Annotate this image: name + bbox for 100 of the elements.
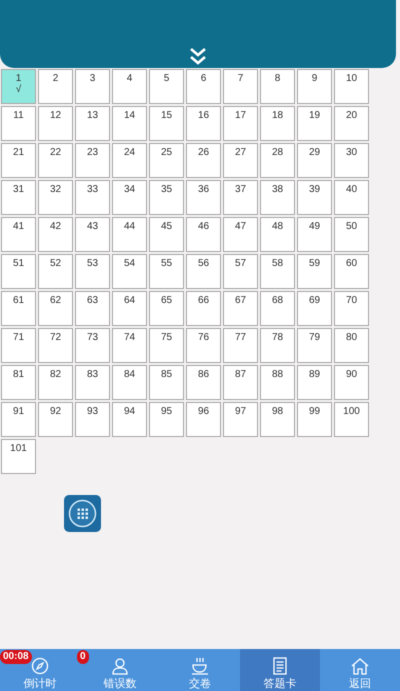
question-cell[interactable]: 10 [334, 69, 369, 104]
question-cell[interactable]: 24 [112, 143, 147, 178]
question-cell[interactable]: 15 [149, 106, 184, 141]
question-cell[interactable]: 96 [186, 402, 221, 437]
expand-icon[interactable] [188, 46, 208, 66]
question-cell[interactable]: 54 [112, 254, 147, 289]
question-cell[interactable]: 16 [186, 106, 221, 141]
question-cell[interactable]: 27 [223, 143, 258, 178]
question-cell[interactable]: 42 [38, 217, 73, 252]
question-cell[interactable]: 38 [260, 180, 295, 215]
question-cell[interactable]: 76 [186, 328, 221, 363]
question-cell[interactable]: 13 [75, 106, 110, 141]
question-cell[interactable]: 51 [1, 254, 36, 289]
question-cell[interactable]: 59 [297, 254, 332, 289]
question-cell[interactable]: 90 [334, 365, 369, 400]
question-cell[interactable]: 66 [186, 291, 221, 326]
question-cell[interactable]: 92 [38, 402, 73, 437]
question-cell[interactable]: 19 [297, 106, 332, 141]
question-cell[interactable]: 41 [1, 217, 36, 252]
question-cell[interactable]: 12 [38, 106, 73, 141]
question-cell[interactable]: 35 [149, 180, 184, 215]
question-cell[interactable]: 88 [260, 365, 295, 400]
question-cell[interactable]: 34 [112, 180, 147, 215]
question-cell[interactable]: 87 [223, 365, 258, 400]
question-cell[interactable]: 79 [297, 328, 332, 363]
question-cell[interactable]: 83 [75, 365, 110, 400]
question-cell[interactable]: 67 [223, 291, 258, 326]
question-cell[interactable]: 47 [223, 217, 258, 252]
question-cell[interactable]: 44 [112, 217, 147, 252]
question-cell[interactable]: 57 [223, 254, 258, 289]
question-cell[interactable]: 18 [260, 106, 295, 141]
question-cell[interactable]: 68 [260, 291, 295, 326]
question-cell[interactable]: 49 [297, 217, 332, 252]
question-cell[interactable]: 72 [38, 328, 73, 363]
question-cell[interactable]: 52 [38, 254, 73, 289]
question-cell[interactable]: 101 [1, 439, 36, 474]
question-cell[interactable]: 70 [334, 291, 369, 326]
question-cell[interactable]: 3 [75, 69, 110, 104]
question-cell[interactable]: 93 [75, 402, 110, 437]
question-cell[interactable]: 6 [186, 69, 221, 104]
question-cell[interactable]: 100 [334, 402, 369, 437]
question-cell[interactable]: 71 [1, 328, 36, 363]
question-cell[interactable]: 29 [297, 143, 332, 178]
question-cell[interactable]: 40 [334, 180, 369, 215]
question-cell[interactable]: 74 [112, 328, 147, 363]
question-cell[interactable]: 91 [1, 402, 36, 437]
nav-tab[interactable]: 答题卡 [240, 649, 320, 691]
question-cell[interactable]: 9 [297, 69, 332, 104]
question-cell[interactable]: 78 [260, 328, 295, 363]
question-cell[interactable]: 14 [112, 106, 147, 141]
question-cell[interactable]: 2 [38, 69, 73, 104]
question-cell[interactable]: 95 [149, 402, 184, 437]
question-cell[interactable]: 48 [260, 217, 295, 252]
nav-tab[interactable]: 倒计时 00:08 [0, 649, 80, 691]
question-cell[interactable]: 64 [112, 291, 147, 326]
question-cell[interactable]: 80 [334, 328, 369, 363]
question-cell[interactable]: 69 [297, 291, 332, 326]
question-cell[interactable]: 50 [334, 217, 369, 252]
question-cell[interactable]: 20 [334, 106, 369, 141]
question-cell[interactable]: 62 [38, 291, 73, 326]
question-cell[interactable]: 23 [75, 143, 110, 178]
question-cell[interactable]: 25 [149, 143, 184, 178]
question-cell[interactable]: 85 [149, 365, 184, 400]
question-cell[interactable]: 77 [223, 328, 258, 363]
question-cell[interactable]: 39 [297, 180, 332, 215]
question-cell[interactable]: 11 [1, 106, 36, 141]
question-cell[interactable]: 30 [334, 143, 369, 178]
question-cell[interactable]: 37 [223, 180, 258, 215]
question-cell[interactable]: 82 [38, 365, 73, 400]
question-cell[interactable]: 53 [75, 254, 110, 289]
nav-tab[interactable]: 错误数 0 [80, 649, 160, 691]
question-cell[interactable]: 61 [1, 291, 36, 326]
question-cell[interactable]: 7 [223, 69, 258, 104]
menu-grid-button[interactable] [64, 495, 101, 532]
question-cell[interactable]: 60 [334, 254, 369, 289]
question-cell[interactable]: 63 [75, 291, 110, 326]
question-cell[interactable]: 86 [186, 365, 221, 400]
question-cell[interactable]: 1 √ [1, 69, 36, 104]
question-cell[interactable]: 97 [223, 402, 258, 437]
question-cell[interactable]: 58 [260, 254, 295, 289]
question-cell[interactable]: 43 [75, 217, 110, 252]
question-cell[interactable]: 89 [297, 365, 332, 400]
question-cell[interactable]: 94 [112, 402, 147, 437]
question-cell[interactable]: 73 [75, 328, 110, 363]
question-cell[interactable]: 8 [260, 69, 295, 104]
question-cell[interactable]: 81 [1, 365, 36, 400]
question-cell[interactable]: 28 [260, 143, 295, 178]
question-cell[interactable]: 36 [186, 180, 221, 215]
question-cell[interactable]: 26 [186, 143, 221, 178]
question-cell[interactable]: 32 [38, 180, 73, 215]
question-cell[interactable]: 33 [75, 180, 110, 215]
question-cell[interactable]: 65 [149, 291, 184, 326]
question-cell[interactable]: 5 [149, 69, 184, 104]
question-cell[interactable]: 31 [1, 180, 36, 215]
question-cell[interactable]: 84 [112, 365, 147, 400]
question-cell[interactable]: 4 [112, 69, 147, 104]
question-cell[interactable]: 56 [186, 254, 221, 289]
question-cell[interactable]: 17 [223, 106, 258, 141]
question-cell[interactable]: 22 [38, 143, 73, 178]
question-cell[interactable]: 45 [149, 217, 184, 252]
